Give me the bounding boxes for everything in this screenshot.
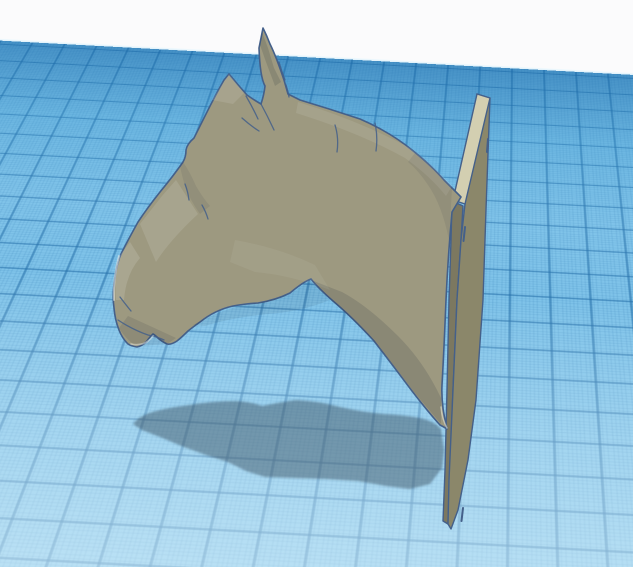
scene-overlay <box>112 27 491 530</box>
3d-viewport[interactable] <box>0 0 633 567</box>
plaque-seam-mark <box>460 507 464 522</box>
cast-shadow <box>133 400 444 489</box>
plaque-seam-mark <box>486 138 489 153</box>
horse-head-model[interactable] <box>112 27 462 430</box>
mounting-plaque[interactable] <box>442 93 491 530</box>
